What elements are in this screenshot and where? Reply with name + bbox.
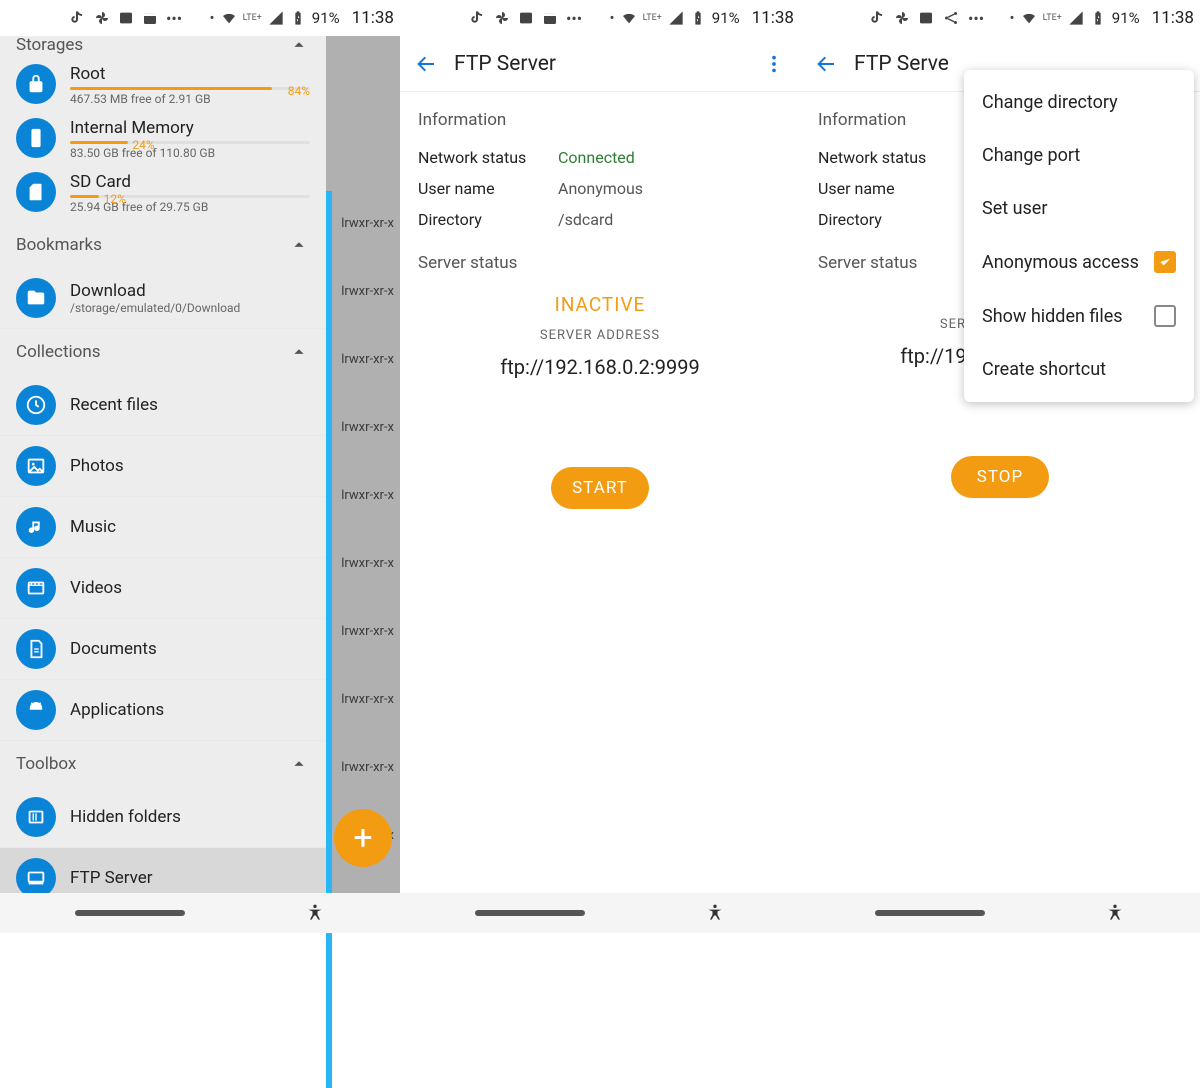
sdcard-icon [16, 172, 56, 212]
collections-header[interactable]: Collections [0, 329, 326, 375]
android-icon [16, 690, 56, 730]
app-bar: FTP Server [400, 36, 800, 92]
tiktok-icon [470, 10, 486, 26]
server-inactive-label: INACTIVE [400, 285, 800, 324]
pinwheel-icon [94, 10, 110, 26]
menu-show-hidden-files[interactable]: Show hidden files [964, 289, 1194, 343]
menu-set-user[interactable]: Set user [964, 182, 1194, 235]
server-address: ftp://192.168.0.2:9999 [400, 347, 800, 387]
battery-percent: 91% [312, 9, 340, 27]
more-button[interactable] [752, 42, 796, 86]
calendar-icon [142, 10, 158, 26]
bookmarks-header[interactable]: Bookmarks [0, 222, 326, 268]
status-clock: 11:38 [352, 8, 394, 28]
tiktok-icon [70, 10, 86, 26]
battery-icon [1090, 10, 1106, 26]
coll-documents[interactable]: Documents [0, 619, 326, 680]
document-icon [16, 629, 56, 669]
coll-recent[interactable]: Recent files [0, 375, 326, 436]
coll-music[interactable]: Music [0, 497, 326, 558]
fab-add[interactable]: + [334, 809, 392, 867]
menu-change-directory[interactable]: Change directory [964, 76, 1194, 129]
nav-handle[interactable] [475, 910, 585, 916]
navigation-bar [0, 893, 400, 933]
chevron-up-icon [288, 234, 310, 256]
stop-button[interactable]: STOP [951, 456, 1049, 498]
row-network-status: Network statusConnected [400, 142, 800, 173]
chevron-up-icon [288, 341, 310, 363]
signal-icon [1068, 10, 1084, 26]
row-directory: Directory/sdcard [400, 204, 800, 235]
navigation-bar [800, 893, 1200, 933]
share-icon [942, 9, 960, 27]
back-button[interactable] [404, 42, 448, 86]
storage-root[interactable]: Root 84% 467.53 MB free of 2.91 GB [0, 60, 326, 114]
server-address-label: SERVER ADDRESS [400, 324, 800, 347]
navigation-drawer: Storages Root 84% 467.53 MB free of 2.91… [0, 36, 326, 933]
lte-label: LTE+ [243, 13, 262, 23]
news-icon [518, 10, 534, 26]
overflow-menu: Change directory Change port Set user An… [964, 70, 1194, 402]
bookmark-download[interactable]: Download /storage/emulated/0/Download [0, 268, 326, 329]
server-status-header: Server status [400, 235, 800, 285]
clock-icon [16, 385, 56, 425]
battery-icon [290, 10, 306, 26]
storage-sdcard[interactable]: SD Card 12% 25.94 GB free of 29.75 GB [0, 168, 326, 222]
start-button[interactable]: START [551, 467, 649, 509]
scroll-indicator [326, 191, 332, 1088]
nav-handle[interactable] [75, 910, 185, 916]
storages-header[interactable]: Storages [0, 30, 326, 60]
hidden-folder-icon [16, 797, 56, 837]
coll-videos[interactable]: Videos [0, 558, 326, 619]
battery-icon [690, 10, 706, 26]
menu-change-port[interactable]: Change port [964, 129, 1194, 182]
chevron-up-icon [288, 753, 310, 775]
page-title: FTP Server [454, 52, 752, 76]
back-button[interactable] [804, 42, 848, 86]
screen-ftp-menu: ••• • LTE+ 91% 11:38 FTP Serve Informati… [800, 0, 1200, 933]
navigation-bar [400, 893, 800, 933]
phone-icon [16, 118, 56, 158]
menu-anonymous-access[interactable]: Anonymous access [964, 235, 1194, 289]
news-icon [118, 10, 134, 26]
status-bar: ••• • LTE+ 91% 11:38 [800, 0, 1200, 36]
toolbox-header[interactable]: Toolbox [0, 741, 326, 787]
news-icon [918, 10, 934, 26]
checkbox-checked[interactable] [1154, 251, 1176, 273]
chevron-up-icon [288, 34, 310, 56]
status-bar: ••• • LTE+ 91% 11:38 [400, 0, 800, 36]
ftp-icon [16, 858, 56, 898]
screen-ftp-inactive: ••• • LTE+ 91% 11:38 FTP Server Informat… [400, 0, 800, 933]
pinwheel-icon [894, 10, 910, 26]
video-icon [16, 568, 56, 608]
wifi-icon [1021, 10, 1037, 26]
storage-internal[interactable]: Internal Memory 24% 83.50 GB free of 110… [0, 114, 326, 168]
row-user-name: User nameAnonymous [400, 173, 800, 204]
screen-drawer: ••• • LTE+ 91% 11:38 lrwxr-xr-x lrwxr-xr… [0, 0, 400, 933]
accessibility-icon[interactable] [1105, 903, 1125, 923]
wifi-icon [621, 10, 637, 26]
accessibility-icon[interactable] [305, 903, 325, 923]
wifi-icon [221, 10, 237, 26]
tool-hidden-folders[interactable]: Hidden folders [0, 787, 326, 848]
folder-icon [16, 278, 56, 318]
music-icon [16, 507, 56, 547]
signal-icon [668, 10, 684, 26]
signal-icon [268, 10, 284, 26]
coll-photos[interactable]: Photos [0, 436, 326, 497]
menu-create-shortcut[interactable]: Create shortcut [964, 343, 1194, 396]
information-header: Information [400, 92, 800, 142]
accessibility-icon[interactable] [705, 903, 725, 923]
coll-apps[interactable]: Applications [0, 680, 326, 741]
calendar-icon [542, 10, 558, 26]
checkbox-unchecked[interactable] [1154, 305, 1176, 327]
tiktok-icon [870, 10, 886, 26]
pinwheel-icon [494, 10, 510, 26]
nav-handle[interactable] [875, 910, 985, 916]
lock-icon [16, 64, 56, 104]
image-icon [16, 446, 56, 486]
